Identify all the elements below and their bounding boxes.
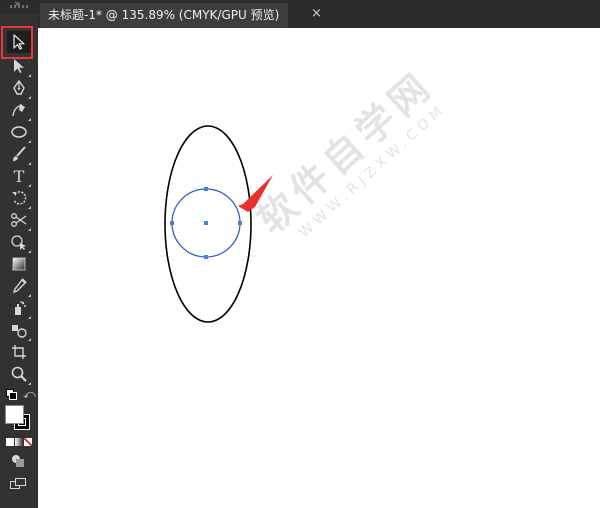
eyedropper-icon <box>12 278 27 294</box>
pen-tool[interactable] <box>7 77 31 99</box>
rotate-tool[interactable] <box>7 187 31 209</box>
artboard-icon <box>12 345 26 359</box>
screen-mode-icon[interactable] <box>10 478 26 489</box>
document-tab-bar: 未标题-1* @ 135.89% (CMYK/GPU 预览) × <box>38 0 600 28</box>
artwork <box>164 125 273 323</box>
sprayer-icon <box>15 301 26 315</box>
center-point <box>204 221 208 225</box>
type-icon: T <box>13 166 25 186</box>
scissors-icon <box>11 213 27 227</box>
gradient-mode-button[interactable] <box>15 438 23 446</box>
close-icon[interactable]: × <box>311 4 322 24</box>
default-colors-icon[interactable] <box>6 389 17 400</box>
ellipse-tool[interactable] <box>7 121 31 143</box>
paintbrush-tool[interactable] <box>7 143 31 165</box>
pen-icon <box>13 79 25 95</box>
none-mode-button[interactable] <box>24 438 32 446</box>
anchor-point-left[interactable] <box>170 221 174 225</box>
collapse-icon[interactable]: » <box>14 0 21 10</box>
anchor-point-top[interactable] <box>204 187 208 191</box>
magnifier-icon <box>11 366 27 382</box>
type-tool[interactable]: T <box>7 165 31 187</box>
fill-swatch[interactable] <box>5 405 24 424</box>
red-pointer-arrow <box>238 175 273 212</box>
curvature-pen-icon <box>12 104 25 117</box>
zoom-tool[interactable] <box>7 363 31 385</box>
shape-builder-icon <box>11 235 26 250</box>
gradient-icon <box>12 257 26 271</box>
symbol-sprayer-tool[interactable] <box>7 297 31 319</box>
anchor-point-bottom[interactable] <box>204 255 208 259</box>
artboard-canvas[interactable]: 软件自学网 WWW.RJZXW.COM <box>38 28 600 508</box>
brush-icon <box>13 146 26 161</box>
artboard-tool[interactable] <box>7 341 31 363</box>
color-mode-row <box>6 438 32 446</box>
shape-builder-tool[interactable] <box>7 231 31 253</box>
graph-icon <box>12 325 27 338</box>
document-tab[interactable]: 未标题-1* @ 135.89% (CMYK/GPU 预览) <box>40 3 288 28</box>
anchor-point-right[interactable] <box>238 221 242 225</box>
ellipse-icon <box>11 126 27 138</box>
tools-panel: » T ⤺ <box>0 0 38 508</box>
document-title: 未标题-1* @ 135.89% (CMYK/GPU 预览) <box>48 8 280 22</box>
gradient-tool[interactable] <box>7 253 31 275</box>
direct-arrow-icon <box>14 59 24 73</box>
annotation-highlight-box <box>1 26 33 59</box>
panel-grip[interactable]: » <box>0 0 38 14</box>
graph-tool[interactable] <box>7 319 31 341</box>
color-mode-button[interactable] <box>6 438 14 446</box>
curvature-tool[interactable] <box>7 99 31 121</box>
eyedropper-tool[interactable] <box>7 275 31 297</box>
swap-colors-icon[interactable]: ⤺ <box>23 388 36 400</box>
scissors-tool[interactable] <box>7 209 31 231</box>
drawing-mode-icon[interactable] <box>12 455 24 467</box>
rotate-icon <box>12 191 27 205</box>
